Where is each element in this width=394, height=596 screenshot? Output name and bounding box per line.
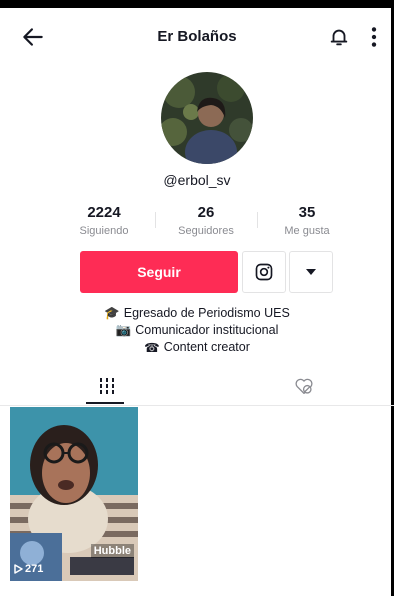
instagram-button[interactable] (242, 251, 286, 293)
dropdown-button[interactable] (289, 251, 333, 293)
play-icon (14, 564, 23, 574)
stat-label: Me gusta (284, 225, 330, 237)
avatar[interactable] (161, 72, 253, 164)
camera-icon: 📷 (115, 323, 132, 338)
stat-followers[interactable]: 26 Seguidores (156, 204, 256, 237)
grid-icon (99, 378, 114, 394)
bio-text: Comunicador institucional (135, 323, 279, 337)
caret-down-icon (306, 269, 316, 275)
username: @erbol_sv (163, 172, 231, 188)
video-thumbnail[interactable]: Hubble 271 (10, 407, 138, 581)
video-overlay-label: Hubble (90, 544, 134, 558)
profile-header: Er Bolaños (0, 8, 394, 64)
bio-line: 📷 Comunicador institucional (0, 323, 394, 338)
telephone-icon: ☎ (144, 341, 160, 356)
bio-line: 🎓 Egresado de Periodismo UES (0, 306, 394, 321)
stat-value: 26 (197, 204, 215, 221)
follow-button[interactable]: Seguir (80, 251, 238, 293)
stat-value: 2224 (87, 204, 121, 221)
view-count: 271 (14, 563, 43, 575)
bio-text: Egresado de Periodismo UES (123, 306, 290, 320)
instagram-icon (255, 263, 273, 281)
stat-following[interactable]: 2224 Siguiendo (54, 204, 154, 237)
stat-likes[interactable]: 35 Me gusta (257, 204, 357, 237)
bell-icon[interactable] (328, 25, 350, 49)
tab-videos[interactable] (8, 366, 205, 406)
stat-label: Siguiendo (79, 225, 129, 237)
liked-heart-icon (295, 378, 312, 395)
bio-line: ☎ Content creator (0, 340, 394, 355)
graduation-cap-icon: 🎓 (104, 306, 120, 321)
stat-label: Seguidores (178, 225, 234, 237)
tab-liked[interactable] (205, 366, 394, 406)
status-bar-edge (0, 0, 394, 8)
stat-value: 35 (298, 204, 316, 221)
more-vertical-icon[interactable] (368, 24, 380, 50)
view-count-value: 271 (25, 563, 44, 575)
active-tab-indicator (86, 402, 124, 404)
profile-tabs (0, 366, 394, 406)
bio-text: Content creator (163, 340, 250, 354)
